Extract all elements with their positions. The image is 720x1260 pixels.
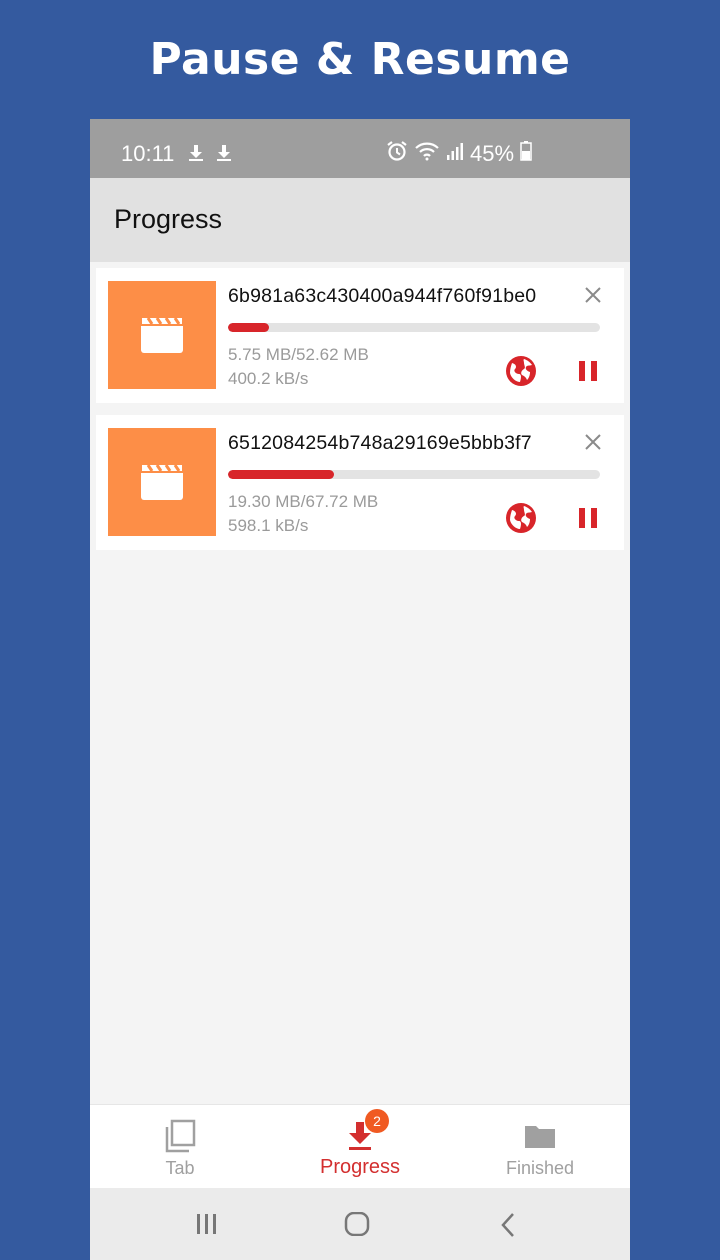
status-time: 10:11: [121, 141, 175, 166]
battery-icon: [520, 141, 532, 166]
file-name: 6512084254b748a29169e5bbb3f7: [228, 432, 532, 454]
video-thumbnail: [108, 428, 216, 536]
download-speed: 400.2 kB/s: [228, 369, 309, 388]
download-item[interactable]: 6512084254b748a29169e5bbb3f7 19.30 MB/67…: [96, 415, 624, 550]
folder-icon: [522, 1118, 558, 1154]
app-bar: Progress: [90, 178, 630, 262]
system-nav-bar: [90, 1188, 630, 1260]
page-title: Progress: [114, 204, 223, 234]
close-icon[interactable]: [582, 284, 604, 306]
pause-icon[interactable]: [574, 357, 602, 385]
progress-count-badge: 2: [365, 1109, 389, 1133]
nav-finished-label: Finished: [505, 1158, 575, 1178]
globe-icon[interactable]: [504, 501, 538, 535]
tabs-icon: [162, 1118, 198, 1154]
close-icon[interactable]: [582, 431, 604, 453]
download-speed: 598.1 kB/s: [228, 516, 309, 535]
back-icon[interactable]: [498, 1212, 518, 1243]
file-size: 5.75 MB/52.62 MB: [228, 345, 369, 364]
banner-title: Pause & Resume: [149, 34, 571, 85]
pause-icon[interactable]: [574, 504, 602, 532]
home-icon[interactable]: [344, 1211, 370, 1241]
download-icon: [188, 144, 204, 167]
phone-screen: 10:11 45% Progress 6b981a63c430400a944f7…: [90, 119, 630, 1260]
nav-tab[interactable]: Tab: [90, 1105, 270, 1188]
recent-apps-icon[interactable]: [195, 1212, 219, 1241]
status-right-group: 45%: [386, 140, 532, 167]
progress-bar: [228, 323, 600, 332]
status-bar: 10:11 45%: [90, 119, 630, 178]
download-icon: [216, 144, 232, 167]
file-name: 6b981a63c430400a944f760f91be0: [228, 285, 537, 307]
wifi-icon: [414, 141, 440, 166]
nav-finished[interactable]: Finished: [450, 1105, 630, 1188]
bottom-nav: Tab 2 Progress Finished: [90, 1104, 630, 1188]
video-thumbnail: [108, 281, 216, 389]
alarm-icon: [386, 140, 408, 167]
nav-progress[interactable]: 2 Progress: [270, 1105, 450, 1188]
nav-tab-label: Tab: [165, 1158, 195, 1178]
clapperboard-icon: [141, 317, 183, 353]
signal-icon: [446, 141, 464, 166]
clapperboard-icon: [141, 464, 183, 500]
globe-icon[interactable]: [504, 354, 538, 388]
nav-progress-label: Progress: [319, 1156, 401, 1178]
battery-percent: 45%: [470, 140, 515, 166]
file-size: 19.30 MB/67.72 MB: [228, 492, 379, 511]
download-item[interactable]: 6b981a63c430400a944f760f91be0 5.75 MB/52…: [96, 268, 624, 403]
progress-fill: [228, 323, 269, 332]
progress-bar: [228, 470, 600, 479]
progress-fill: [228, 470, 335, 479]
